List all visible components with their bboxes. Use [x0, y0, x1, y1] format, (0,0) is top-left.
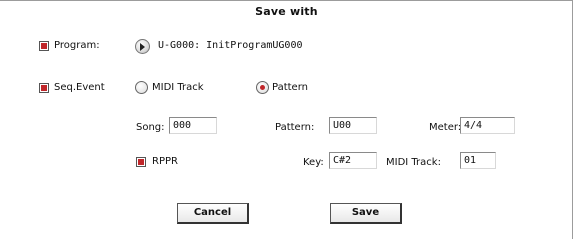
pattern-field[interactable]: U00 — [329, 117, 377, 134]
key-label: Key: — [303, 157, 324, 168]
pattern-radio[interactable] — [256, 81, 269, 94]
save-button[interactable]: Save — [330, 203, 402, 224]
meter-field[interactable]: 4/4 — [460, 117, 515, 134]
midi-track-radio[interactable] — [135, 81, 148, 94]
meter-label: Meter: — [429, 122, 462, 133]
program-checkbox[interactable] — [39, 41, 49, 51]
cancel-button[interactable]: Cancel — [177, 203, 249, 224]
midi-track-radio-label: MIDI Track — [152, 82, 204, 93]
pattern-radio-label: Pattern — [272, 82, 308, 93]
midi-track-field[interactable]: 01 — [460, 152, 496, 169]
song-label: Song: — [136, 122, 165, 133]
dialog-title: Save with — [255, 5, 318, 18]
program-select-arrow-icon[interactable] — [135, 39, 150, 54]
rppr-checkbox[interactable] — [136, 157, 146, 167]
key-field[interactable]: C#2 — [329, 152, 377, 169]
rppr-label: RPPR — [152, 156, 178, 167]
pattern-label: Pattern: — [275, 122, 315, 133]
seq-event-checkbox[interactable] — [39, 83, 49, 93]
program-label: Program: — [54, 40, 100, 51]
midi-track-label: MIDI Track: — [386, 157, 441, 168]
save-with-dialog: Save with Program: U-G000: InitProgramUG… — [0, 0, 573, 239]
seq-event-label: Seq.Event — [54, 82, 105, 93]
program-value: U-G000: InitProgramUG000 — [158, 40, 303, 51]
song-field[interactable]: 000 — [169, 117, 217, 134]
